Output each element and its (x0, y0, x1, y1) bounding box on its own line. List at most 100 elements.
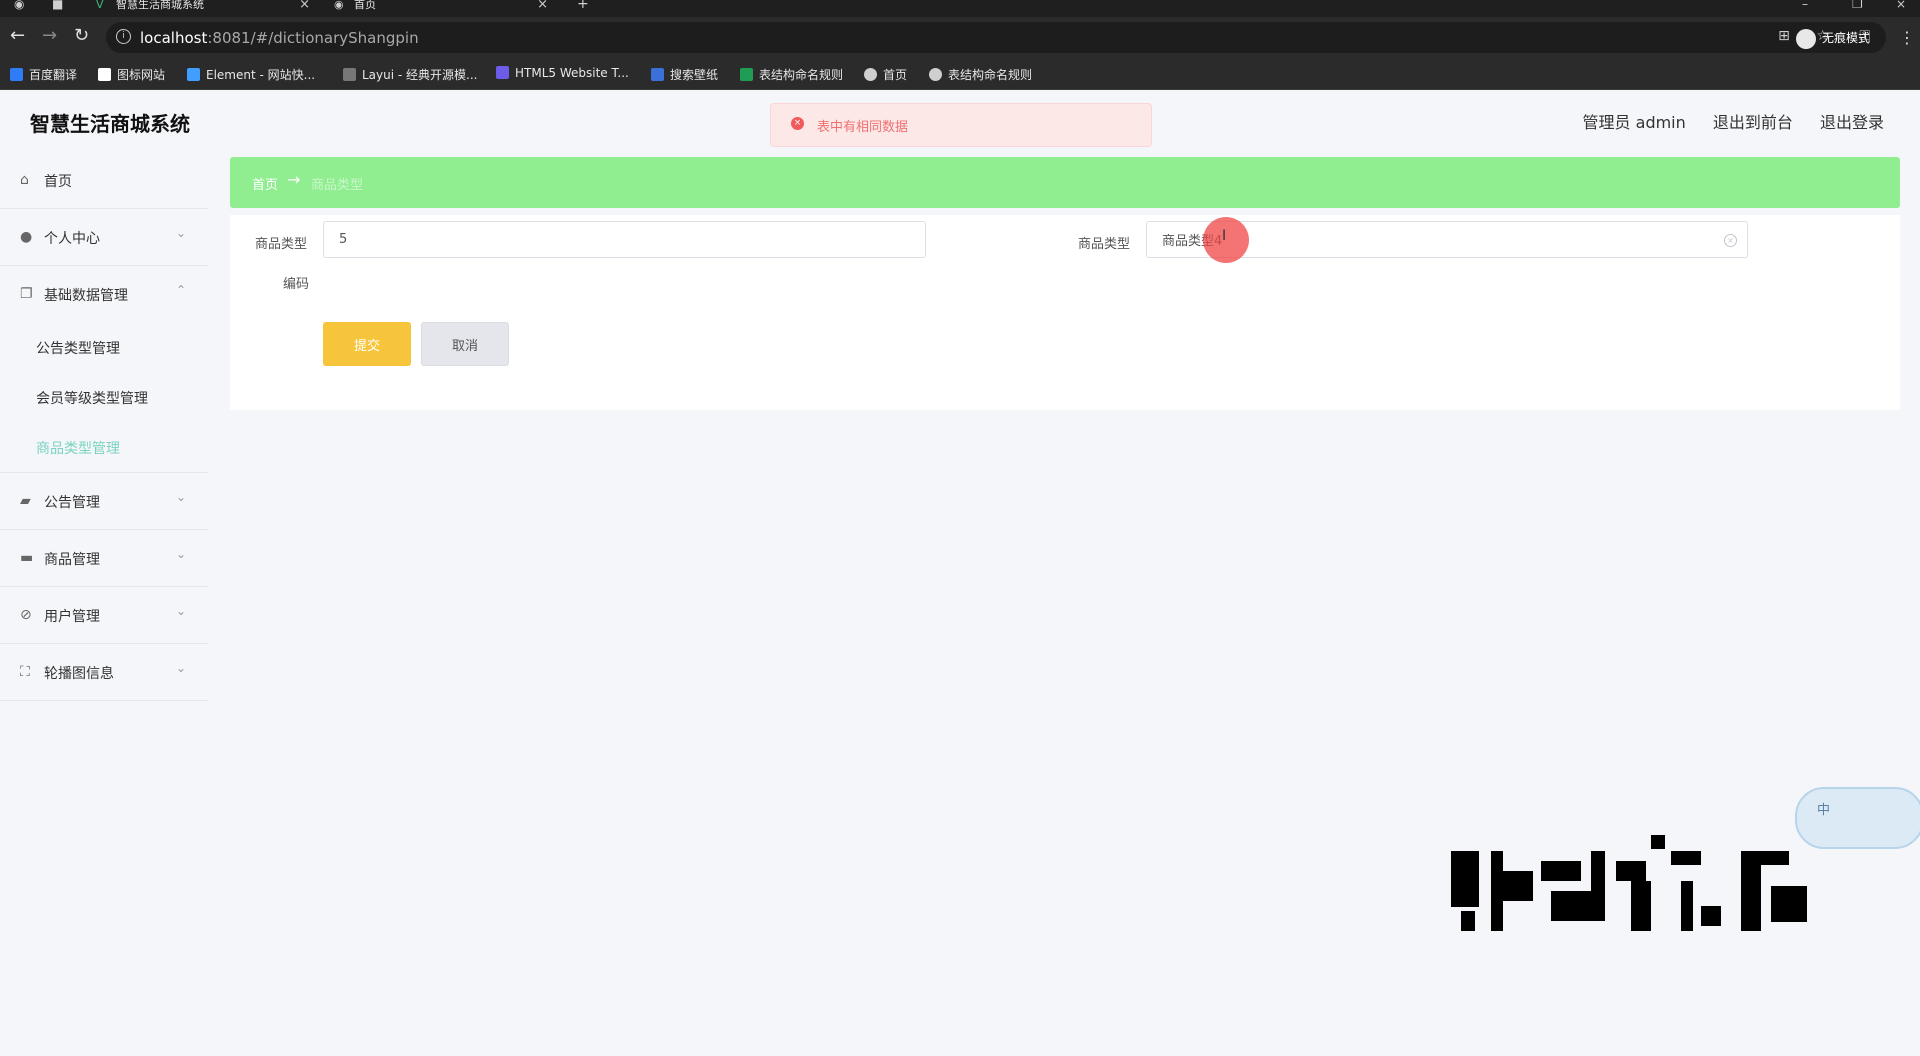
globe-icon: ◉ (334, 0, 344, 11)
address-bar[interactable]: i localhost:8081/#/dictionaryShangpin ⊞ … (106, 22, 1886, 53)
floating-assistant-widget[interactable]: 中 (1795, 787, 1920, 849)
bookmark-item[interactable]: 图标网站 (98, 66, 165, 83)
logout-link[interactable]: 退出登录 (1820, 113, 1884, 132)
incognito-indicator[interactable]: 无痕模式 (1796, 26, 1870, 50)
breadcrumb-current: 商品类型 (311, 178, 364, 193)
admin-label: 管理员 admin (1582, 113, 1686, 132)
breadcrumb-home[interactable]: 首页 (252, 174, 278, 193)
bookmark-label: 图标网站 (117, 68, 166, 82)
bookmark-item[interactable]: 表结构命名规则 (740, 66, 843, 83)
bookmark-item[interactable]: Layui - 经典开源模... (343, 66, 477, 83)
pixel-block (1671, 851, 1701, 865)
code-field-label: 商品类型 (255, 237, 308, 252)
globe-icon (864, 68, 877, 81)
translate-bookmark-icon (10, 68, 23, 81)
error-toast: × 表中有相同数据 (770, 103, 1152, 147)
clear-input-icon[interactable]: × (1724, 234, 1737, 247)
pixel-block (1503, 871, 1533, 901)
bookmark-item[interactable]: Element - 网站快... (187, 66, 315, 83)
incognito-label: 无痕模式 (1822, 31, 1871, 45)
html5-icon (496, 66, 509, 79)
tab-title: 智慧生活商城系统 (116, 0, 204, 11)
sidebar-subitem-goods-type[interactable]: 商品类型管理 (0, 422, 208, 472)
bookmark-item[interactable]: 百度翻译 (10, 66, 77, 83)
sidebar-item-users[interactable]: ⊘ 用户管理 ⌄ (0, 587, 208, 644)
goods-type-code-input[interactable] (323, 221, 926, 258)
edit-form: 商品类型 编码 商品类型 × I 提交 取消 (230, 215, 1900, 410)
close-tab-icon[interactable]: × (299, 0, 310, 11)
sidebar-item-label: 公告管理 (44, 495, 100, 511)
app-title: 智慧生活商城系统 (30, 112, 190, 136)
vue-icon: V (96, 0, 104, 11)
app-root: 智慧生活商城系统 × 表中有相同数据 管理员 admin 退出到前台 退出登录 … (0, 90, 1920, 1056)
arrow-right-icon: → (287, 170, 301, 189)
tab-list-icon[interactable]: ■ (52, 0, 63, 10)
sidebar-item-label: 基础数据管理 (44, 288, 128, 304)
sidebar-subitem-label: 公告类型管理 (36, 341, 120, 357)
code-field-label-suffix: 编码 (283, 277, 310, 292)
close-tab-icon[interactable]: × (537, 0, 548, 11)
tab-active[interactable]: V 智慧生活商城系统 × (96, 0, 310, 17)
sidebar-subitem-notice-type[interactable]: 公告类型管理 (0, 322, 208, 372)
translate-icon[interactable]: ⊞ (1778, 28, 1790, 44)
pixel-block (1761, 851, 1789, 865)
breadcrumb: 首页 → 商品类型 (230, 157, 1900, 208)
bookmark-label: 首页 (883, 68, 908, 82)
flag-icon (98, 68, 111, 81)
sidebar-item-notice[interactable]: ▰ 公告管理 ⌄ (0, 473, 208, 530)
reload-icon[interactable]: ↻ (74, 25, 89, 46)
pixel-block (1651, 835, 1665, 849)
bookmark-item[interactable]: 搜索壁纸 (651, 66, 718, 83)
sidebar-item-home[interactable]: ⌂ 首页 (0, 152, 208, 209)
url-host: localhost (140, 29, 208, 47)
minimize-icon[interactable]: – (1802, 0, 1808, 10)
fullscreen-icon: ⛶ (20, 664, 30, 680)
bookmark-item[interactable]: 首页 (864, 66, 907, 83)
pixel-block (1616, 861, 1646, 881)
restore-icon[interactable]: ❐ (1852, 0, 1863, 10)
bookmark-label: 表结构命名规则 (948, 68, 1033, 82)
sidebar-item-base-data[interactable]: ❐ 基础数据管理 ⌃ (0, 266, 208, 322)
url-path: :8081/#/dictionaryShangpin (207, 29, 419, 47)
sidebar-item-label: 商品管理 (44, 552, 100, 568)
widget-char: 中 (1817, 803, 1831, 818)
sidebar-item-profile[interactable]: ● 个人中心 ⌄ (0, 209, 208, 266)
browser-logo-icon: ◉ (14, 0, 25, 11)
close-window-icon[interactable]: × (1896, 0, 1906, 10)
sidebar-item-goods[interactable]: ▬ 商品管理 ⌄ (0, 530, 208, 587)
back-icon[interactable]: ← (10, 25, 25, 46)
bookmark-label: Element - 网站快... (206, 68, 316, 82)
pixel-block (1541, 861, 1581, 881)
chevron-up-icon: ⌃ (175, 283, 186, 297)
pixel-block (1741, 851, 1761, 931)
user-icon: ● (20, 229, 33, 245)
pixel-block (1491, 851, 1503, 931)
pixel-block (1681, 881, 1693, 931)
tab-home[interactable]: ◉ 首页 × (334, 0, 548, 17)
chevron-down-icon: ⌄ (175, 604, 186, 618)
submit-button[interactable]: 提交 (323, 322, 411, 366)
pixel-block (1771, 886, 1807, 922)
url-text[interactable]: localhost:8081/#/dictionaryShangpin (140, 29, 419, 47)
sidebar-subitem-member-level[interactable]: 会员等级类型管理 (0, 372, 208, 422)
pixelated-overlay (1451, 835, 1807, 1041)
bookmark-item[interactable]: HTML5 Website T... (496, 66, 629, 80)
pixel-block (1461, 911, 1475, 931)
sidebar-item-carousel[interactable]: ⛶ 轮播图信息 ⌄ (0, 644, 208, 701)
header-links: 管理员 admin 退出到前台 退出登录 (1561, 109, 1884, 133)
bookmark-item[interactable]: 表结构命名规则 (929, 66, 1032, 83)
chevron-down-icon: ⌄ (175, 490, 186, 504)
site-info-icon[interactable]: i (116, 29, 131, 44)
sidebar-item-label: 轮播图信息 (44, 666, 114, 682)
sidebar-subitem-label: 会员等级类型管理 (36, 391, 148, 407)
chevron-down-icon: ⌄ (175, 547, 186, 561)
cancel-button[interactable]: 取消 (421, 322, 509, 366)
bookmark-label: 百度翻译 (29, 68, 78, 82)
menu-kebab-icon[interactable]: ⋮ (1899, 28, 1915, 47)
bookmark-label: Layui - 经典开源模... (362, 68, 478, 82)
bookmark-label: 表结构命名规则 (759, 68, 844, 82)
new-tab-button[interactable]: + (577, 0, 589, 11)
copy-icon: ❐ (20, 286, 33, 302)
forward-icon[interactable]: → (42, 25, 57, 46)
exit-to-front-link[interactable]: 退出到前台 (1713, 113, 1793, 132)
